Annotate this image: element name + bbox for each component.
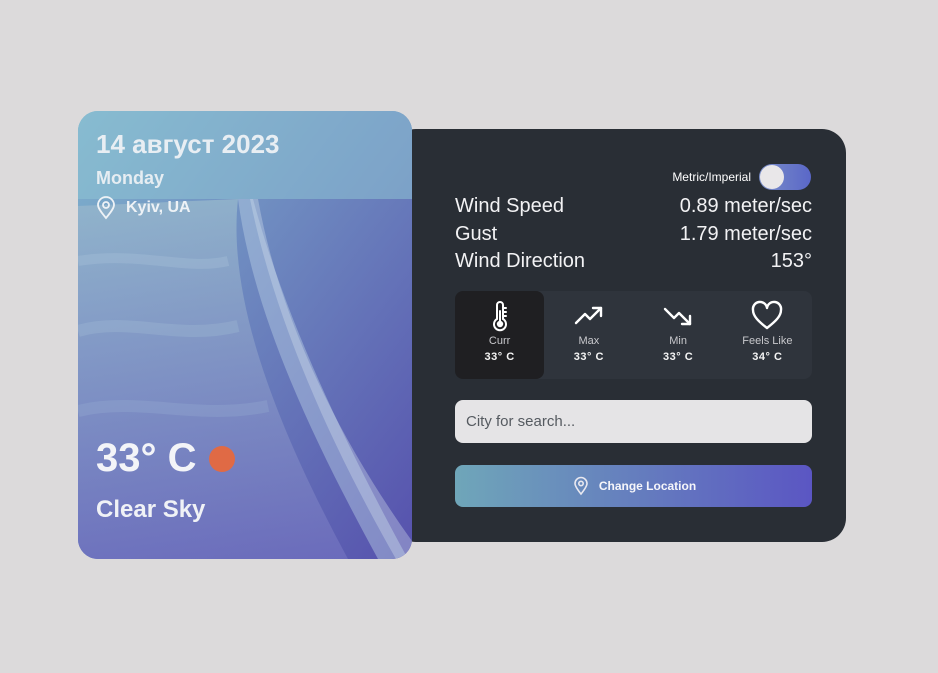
unit-toggle-label: Metric/Imperial xyxy=(672,170,751,184)
city-search-input[interactable] xyxy=(455,400,812,443)
temperature-value: 33° C xyxy=(96,436,197,480)
stat-max[interactable]: Max 33° C xyxy=(544,291,633,379)
stat-current-value: 33° C xyxy=(484,351,515,363)
stat-feels-like-value: 34° C xyxy=(752,351,783,363)
wind-direction-label: Wind Direction xyxy=(455,250,586,273)
gust-value: 1.79 meter/sec xyxy=(679,222,812,245)
location-label: Kyiv, UA xyxy=(126,199,191,216)
sun-icon xyxy=(208,445,235,472)
trending-up-icon xyxy=(574,306,603,325)
thermometer-icon xyxy=(492,301,507,332)
change-location-label: Change Location xyxy=(598,479,697,493)
temperature-stats: Curr 33° C Max 33° C Min 33° C Feels Lik… xyxy=(455,291,812,379)
weekday-label: Monday xyxy=(96,168,165,188)
weather-details-panel: Metric/Imperial Wind Speed 0.89 meter/se… xyxy=(392,129,846,542)
stat-current[interactable]: Curr 33° C xyxy=(455,291,545,379)
stat-feels-like-label: Feels Like xyxy=(742,335,793,347)
date-heading: 14 август 2023 xyxy=(96,129,280,159)
stat-max-label: Max xyxy=(578,335,600,347)
wind-direction-row: Wind Direction 153° xyxy=(455,248,812,276)
stat-min-label: Min xyxy=(669,335,687,347)
gust-row: Gust 1.79 meter/sec xyxy=(455,221,812,249)
toggle-knob xyxy=(760,165,784,189)
stat-min[interactable]: Min 33° C xyxy=(634,291,723,379)
current-temperature: 33° C xyxy=(96,436,235,481)
gust-label: Gust xyxy=(455,222,498,245)
wind-speed-row: Wind Speed 0.89 meter/sec xyxy=(455,193,812,221)
stat-current-label: Curr xyxy=(488,335,511,347)
change-location-button[interactable]: Change Location xyxy=(455,465,812,507)
heart-icon xyxy=(752,300,783,330)
weather-condition: Clear Sky xyxy=(96,496,206,523)
location-pin-icon xyxy=(574,476,588,496)
location-pin-icon xyxy=(97,196,115,220)
location: Kyiv, UA xyxy=(96,196,191,220)
weather-card: 14 август 2023 Monday Kyiv, UA 33° C Cle… xyxy=(78,111,412,559)
wind-speed-label: Wind Speed xyxy=(455,195,564,218)
wind-direction-value: 153° xyxy=(770,250,812,273)
stat-max-value: 33° C xyxy=(573,351,604,363)
wind-speed-value: 0.89 meter/sec xyxy=(679,195,812,218)
stat-feels-like[interactable]: Feels Like 34° C xyxy=(723,291,812,379)
trending-down-icon xyxy=(663,307,692,326)
metric-imperial-toggle[interactable] xyxy=(759,164,811,190)
wind-info: Wind Speed 0.89 meter/sec Gust 1.79 mete… xyxy=(455,193,812,276)
unit-toggle-row: Metric/Imperial xyxy=(672,164,811,190)
stat-min-value: 33° C xyxy=(663,351,694,363)
